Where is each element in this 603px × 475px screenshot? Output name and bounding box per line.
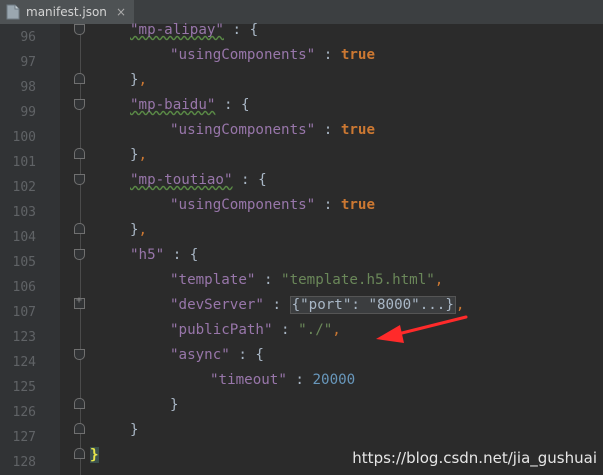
fold-marker-icon[interactable] <box>74 174 85 185</box>
watermark: https://blog.csdn.net/jia_gushuai <box>352 449 597 467</box>
line-number: 126 <box>12 405 36 420</box>
tab-label: manifest.json <box>26 5 107 19</box>
code-line[interactable]: "mp-alipay" : { <box>130 22 258 38</box>
line-number: 125 <box>12 380 36 395</box>
code-line[interactable]: } <box>170 397 179 413</box>
fold-marker-icon[interactable] <box>74 99 85 110</box>
fold-marker-icon[interactable] <box>74 249 85 260</box>
line-number: 102 <box>12 180 36 195</box>
fold-marker-icon[interactable] <box>74 223 85 234</box>
code-line[interactable]: "async" : { <box>170 347 264 363</box>
line-number: 99 <box>20 105 36 120</box>
matched-brace: } <box>90 447 99 463</box>
fold-marker-icon[interactable] <box>74 349 85 360</box>
code-line[interactable]: "publicPath" : "./", <box>170 322 341 338</box>
fold-marker-icon[interactable] <box>74 423 85 434</box>
line-number: 123 <box>12 330 36 345</box>
code-line[interactable]: }, <box>130 147 147 163</box>
code-line[interactable]: "mp-toutiao" : { <box>130 172 267 188</box>
code-line[interactable]: "usingComponents" : true <box>170 122 375 138</box>
fold-marker-icon[interactable] <box>74 448 85 459</box>
line-number: 101 <box>12 155 36 170</box>
line-number: 127 <box>12 430 36 445</box>
code-line[interactable]: "mp-baidu" : { <box>130 97 250 113</box>
code-line[interactable]: }, <box>130 222 147 238</box>
line-number: 128 <box>12 455 36 470</box>
line-number-gutter: 96 97 98 99 100 101 102 103 104 105 106 … <box>0 24 60 475</box>
fold-marker-icon[interactable] <box>74 148 85 159</box>
code-line[interactable]: "usingComponents" : true <box>170 197 375 213</box>
line-number: 100 <box>12 130 36 145</box>
code-line[interactable]: } <box>130 422 139 438</box>
editor-tab-bar: manifest.json × <box>0 0 603 25</box>
line-number: 104 <box>12 230 36 245</box>
line-number: 124 <box>12 355 36 370</box>
code-line[interactable]: "devServer" : {"port": "8000"...}, <box>170 296 464 314</box>
code-line[interactable]: }, <box>130 72 147 88</box>
line-number: 98 <box>20 80 36 95</box>
close-tab-icon[interactable]: × <box>116 5 126 19</box>
tab-manifest-json[interactable]: manifest.json × <box>0 0 134 24</box>
code-line[interactable]: "h5" : { <box>130 247 198 263</box>
fold-marker-icon[interactable] <box>74 24 85 35</box>
code-line[interactable]: "usingComponents" : true <box>170 47 375 63</box>
line-number: 103 <box>12 205 36 220</box>
code-line[interactable]: } <box>90 447 99 463</box>
line-number: 106 <box>12 280 36 295</box>
line-number: 105 <box>12 255 36 270</box>
line-number: 107 <box>12 305 36 320</box>
line-number: 96 <box>20 30 36 45</box>
code-line[interactable]: "timeout" : 20000 <box>210 372 355 388</box>
line-number: 97 <box>20 55 36 70</box>
fold-marker-icon[interactable] <box>74 73 85 84</box>
fold-marker-icon[interactable] <box>74 398 85 409</box>
expand-fold-icon[interactable] <box>74 295 85 309</box>
code-line[interactable]: "template" : "template.h5.html", <box>170 272 443 288</box>
json-file-icon <box>6 4 20 20</box>
folded-region[interactable]: {"port": "8000"...} <box>289 296 456 314</box>
